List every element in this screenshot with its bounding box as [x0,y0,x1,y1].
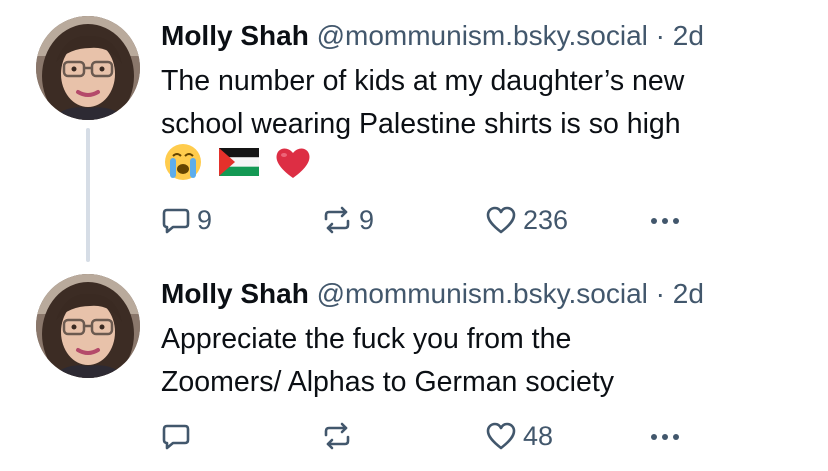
more-options-button[interactable] [649,416,681,456]
separator-dot: · [655,20,665,51]
heart-icon [486,206,516,234]
avatar[interactable] [36,274,140,378]
more-dots-icon [651,218,679,224]
post-header: Molly Shah @mommunism.bsky.social · 2d [161,276,704,312]
post[interactable]: Molly Shah @mommunism.bsky.social · 2d T… [0,0,828,262]
post-text-line: Zoomers/ Alphas to German society [161,366,615,398]
post-header: Molly Shah @mommunism.bsky.social · 2d [161,18,704,54]
post-text: The number of kids at my daughter’s new … [161,60,801,146]
post-text-line: school wearing Palestine shirts is so hi… [161,108,681,140]
reply-count: 9 [197,205,213,235]
heart-icon [486,422,516,450]
like-count: 48 [523,421,554,451]
post[interactable]: Molly Shah @mommunism.bsky.social · 2d A… [0,262,828,471]
more-options-button[interactable] [649,200,681,240]
palestine-flag-emoji [219,148,259,176]
like-count: 236 [523,205,569,235]
post-text-line: Appreciate the fuck you from the [161,323,572,355]
like-button[interactable]: 48 [485,416,553,456]
post-text-line: The number of kids at my daughter’s new [161,65,685,97]
reply-icon [162,424,190,450]
red-heart-emoji [276,148,310,178]
thread-connector-line [86,128,90,262]
repost-icon [324,206,350,234]
like-button[interactable]: 236 [485,200,568,240]
post-time[interactable]: 2d [673,20,704,51]
repost-button[interactable]: 9 [321,200,374,240]
avatar[interactable] [36,16,140,120]
author-handle[interactable]: @mommunism.bsky.social [317,278,648,309]
more-dots-icon [651,434,679,440]
repost-icon [324,422,350,450]
author-name[interactable]: Molly Shah [161,20,309,51]
author-name[interactable]: Molly Shah [161,278,309,309]
reply-button[interactable]: 9 [161,200,212,240]
repost-button[interactable] [321,416,353,456]
crying-face-emoji [165,144,201,180]
reply-icon [162,208,190,234]
repost-count: 9 [359,205,375,235]
author-handle[interactable]: @mommunism.bsky.social [317,20,648,51]
reply-button[interactable] [161,416,191,456]
separator-dot: · [655,278,665,309]
post-actions: 9 9 236 [161,200,701,240]
post-actions: 48 [161,416,701,456]
thread: Molly Shah @mommunism.bsky.social · 2d T… [0,0,828,471]
post-text: Appreciate the fuck you from the Zoomers… [161,318,801,404]
post-time[interactable]: 2d [673,278,704,309]
